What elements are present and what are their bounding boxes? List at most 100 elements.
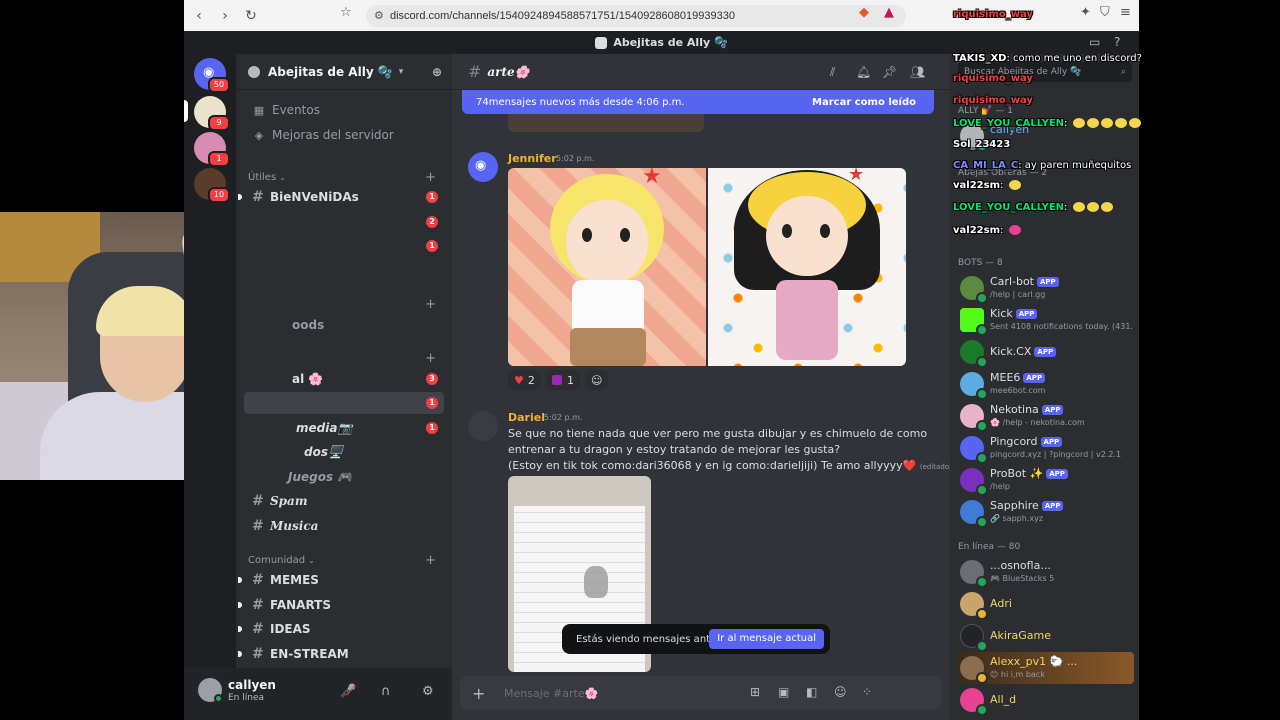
- member-item-highlighted[interactable]: Alexx_pv1 🐑 ... 😊 hi i,m back: [958, 652, 1134, 684]
- add-channel-icon[interactable]: +: [425, 170, 436, 185]
- previous-image-attachment[interactable]: [508, 114, 704, 132]
- settings-gear-icon[interactable]: ⚙: [422, 684, 434, 699]
- channel-bienvenidas[interactable]: # BieNVeNiDAs 1: [238, 186, 444, 208]
- upload-plus-icon[interactable]: +: [472, 684, 485, 703]
- channel-item[interactable]: 1: [244, 235, 444, 257]
- mute-mic-icon[interactable]: 🎤̸: [340, 684, 356, 699]
- member-status-text: 😊 hi i,m back: [990, 670, 1045, 679]
- member-item[interactable]: All_d: [958, 684, 1134, 716]
- member-item[interactable]: AkiraGame: [958, 620, 1134, 652]
- member-bot-kick[interactable]: Kick APP Sent 4108 notifications today. (…: [958, 304, 1134, 336]
- message-author[interactable]: Jennifer: [508, 152, 557, 165]
- channel-memes[interactable]: # MEMES: [238, 569, 444, 591]
- channel-musica[interactable]: # Musica: [244, 515, 444, 537]
- mark-as-read-button[interactable]: Marcar como leído: [812, 97, 916, 108]
- boosts-item[interactable]: ◈ Mejoras del servidor: [244, 124, 444, 146]
- add-channel-icon[interactable]: +: [425, 351, 436, 366]
- add-channel-icon[interactable]: +: [425, 297, 436, 312]
- channel-label: Musica: [270, 519, 319, 533]
- image-attachment[interactable]: ★: [708, 168, 906, 366]
- channel-item[interactable]: al 🌸 3: [244, 368, 444, 390]
- channel-item[interactable]: Juegos 🎮: [244, 466, 444, 488]
- reload-icon[interactable]: ↻: [240, 5, 262, 27]
- channel-item[interactable]: oods: [244, 314, 444, 336]
- image-attachment[interactable]: ★: [508, 168, 706, 366]
- jump-to-present-button[interactable]: Ir al mensaje actual: [709, 629, 824, 649]
- member-name: ...osnofla...: [990, 559, 1051, 572]
- help-icon[interactable]: ?: [1114, 35, 1120, 49]
- add-channel-icon[interactable]: +: [425, 553, 436, 568]
- member-bot-pingcord[interactable]: Pingcord APP pingcord.xyz | ?pingcord | v…: [958, 432, 1134, 464]
- member-list-icon[interactable]: 👥︎: [910, 65, 925, 79]
- channel-item[interactable]: media📷 1: [244, 417, 444, 439]
- member-bot-carl[interactable]: Carl-bot APP /help | carl.gg: [958, 272, 1134, 304]
- member-bot-kickcx[interactable]: Kick.CX APP: [958, 336, 1134, 368]
- headphones-icon[interactable]: ∩: [381, 684, 391, 699]
- address-bar[interactable]: ⚙ discord.com/channels/15409248945885717…: [366, 5, 906, 27]
- category-collapsed[interactable]: +: [244, 350, 444, 366]
- sticker-icon[interactable]: ◧: [806, 685, 817, 699]
- wallet-icon[interactable]: ⛉: [1100, 5, 1110, 20]
- channel-item[interactable]: dos🖥️: [244, 441, 444, 463]
- gift-icon[interactable]: ⊞: [750, 685, 760, 699]
- member-list: Buscar Abejitas de Ally 🫧 ⌕ ALLY 💅 — 1 c…: [950, 54, 1139, 720]
- member-item[interactable]: callyen: [958, 120, 1134, 152]
- member-bot-nekotina[interactable]: Nekotina APP 🌸 /help - nekotina.com: [958, 400, 1134, 432]
- server-icon-2[interactable]: 1: [194, 132, 230, 167]
- category-comunidad[interactable]: Comunidad ⌄ +: [244, 552, 444, 568]
- channel-arte-active[interactable]: 1: [244, 392, 444, 414]
- server-search-input[interactable]: Buscar Abejitas de Ally 🫧 ⌕: [958, 62, 1132, 82]
- channel-en-stream[interactable]: # EN-STREAM: [238, 643, 444, 665]
- server-icon-1[interactable]: 9: [194, 96, 230, 131]
- server-badge: 1: [208, 151, 230, 167]
- user-panel: callyen En línea 🎤̸ ∩ ⚙: [184, 668, 452, 720]
- mention-badge: 3: [426, 373, 438, 385]
- avatar[interactable]: [468, 411, 498, 441]
- rewards-icon[interactable]: ▲: [884, 5, 894, 20]
- username: callyen: [228, 678, 276, 692]
- emoji-icon[interactable]: ☺: [834, 685, 847, 699]
- reaction-custom[interactable]: 1: [546, 370, 580, 390]
- member-status-text: 🌸 /help - nekotina.com: [990, 418, 1085, 427]
- member-bot-mee6[interactable]: MEE6 APP mee6bot.com: [958, 368, 1134, 400]
- member-status-text: mee6bot.com: [990, 386, 1046, 395]
- direct-messages-home[interactable]: ◉ 50: [194, 58, 230, 93]
- category-utiles[interactable]: Útiles ⌄ +: [244, 169, 444, 185]
- channel-item[interactable]: 2: [244, 211, 444, 233]
- menu-icon[interactable]: ≡: [1120, 5, 1131, 20]
- server-icon-3[interactable]: 10: [194, 168, 230, 203]
- gif-icon[interactable]: ▣: [778, 685, 789, 699]
- server-header[interactable]: Abejitas de Ally 🫧 ▾ ⊕: [236, 54, 452, 90]
- member-name: Kick: [990, 307, 1013, 320]
- extensions-icon[interactable]: ✦: [1080, 5, 1091, 20]
- category-collapsed[interactable]: +: [244, 296, 444, 312]
- member-item[interactable]: Adri: [958, 588, 1134, 620]
- channel-fanarts[interactable]: # FANARTS: [238, 594, 444, 616]
- channel-label: EN-STREAM: [270, 647, 349, 661]
- doll-eye: [820, 224, 830, 238]
- new-messages-bar[interactable]: 74mensajes nuevos más desde 4:06 p.m. Ma…: [462, 90, 934, 114]
- member-item[interactable]: ...osnofla... 🎮 BlueStacks 5: [958, 556, 1134, 588]
- site-info-icon[interactable]: ⚙: [374, 9, 384, 22]
- invite-icon[interactable]: ⊕: [432, 65, 442, 79]
- avatar[interactable]: ◉: [468, 152, 498, 182]
- notification-bell-icon[interactable]: 🔔︎: [856, 65, 871, 79]
- channel-spam[interactable]: # Spam: [244, 490, 444, 512]
- forward-icon[interactable]: ›: [214, 5, 236, 27]
- pin-icon[interactable]: 📌︎: [882, 65, 897, 79]
- brave-shield-icon[interactable]: ◆: [859, 5, 869, 20]
- message-timestamp: 5:02 p.m.: [556, 154, 595, 163]
- add-reaction-button[interactable]: ☺: [586, 370, 608, 390]
- member-bot-sapphire[interactable]: Sapphire APP 🔗 sapph.xyz: [958, 496, 1134, 528]
- threads-icon[interactable]: ⫽: [830, 65, 835, 80]
- back-icon[interactable]: ‹: [188, 5, 210, 27]
- member-bot-probot[interactable]: ProBot ✨ APP /help: [958, 464, 1134, 496]
- bookmark-icon[interactable]: ☆: [340, 5, 352, 20]
- apps-icon[interactable]: ⁘: [862, 685, 872, 699]
- events-item[interactable]: ▦ Eventos: [244, 99, 444, 121]
- reaction-heart[interactable]: ♥ 2: [508, 370, 541, 390]
- channel-ideas[interactable]: # IDEAS: [238, 618, 444, 640]
- message-author[interactable]: Dariel: [508, 411, 545, 424]
- app-tag: APP: [1046, 469, 1068, 479]
- inbox-icon[interactable]: ▭: [1089, 35, 1100, 49]
